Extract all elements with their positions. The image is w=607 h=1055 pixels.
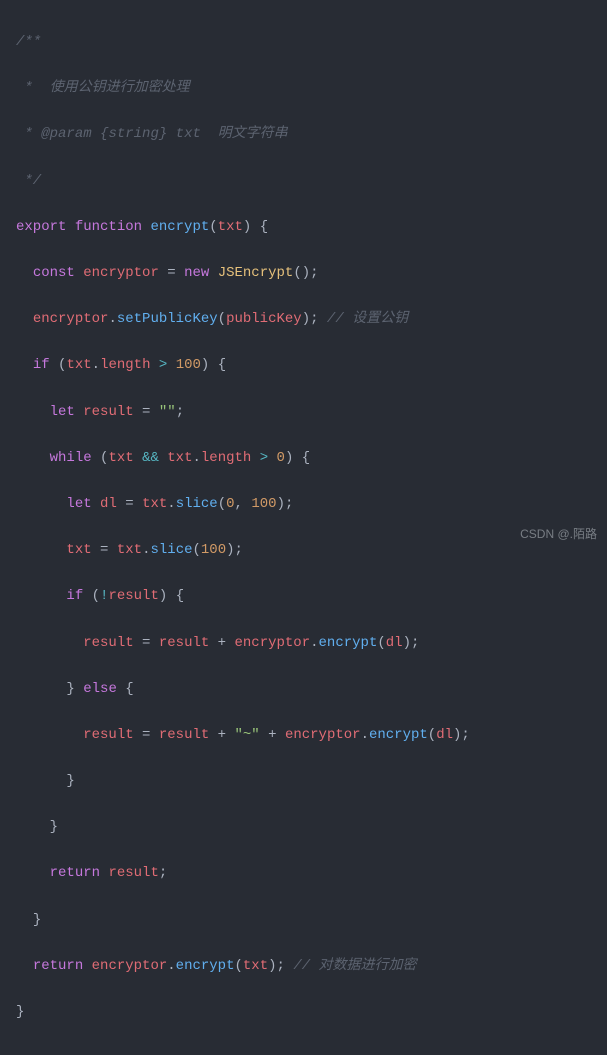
number: 100 <box>176 357 201 373</box>
keyword-const: const <box>33 265 75 281</box>
code-line: const encryptor = new JSEncrypt(); <box>0 262 607 285</box>
keyword-new: new <box>184 265 209 281</box>
property: length <box>201 450 251 466</box>
variable: result <box>83 404 133 420</box>
operator-not: ! <box>100 588 108 604</box>
object: encryptor <box>285 727 361 743</box>
code-line: * @param {string} txt 明文字符串 <box>0 123 607 146</box>
code-line: } <box>0 909 607 932</box>
code-line: export function encrypt(txt) { <box>0 216 607 239</box>
variable: txt <box>66 542 91 558</box>
comment-text: * 使用公钥进行加密处理 <box>16 80 190 96</box>
method: encrypt <box>176 958 235 974</box>
variable: dl <box>100 496 117 512</box>
watermark: CSDN @.陌路 <box>520 525 597 545</box>
object: encryptor <box>92 958 168 974</box>
object: txt <box>142 496 167 512</box>
code-line: while (txt && txt.length > 0) { <box>0 447 607 470</box>
argument: publicKey <box>226 311 302 327</box>
keyword-return: return <box>33 958 83 974</box>
operator: > <box>159 357 167 373</box>
code-line: } <box>0 770 607 793</box>
number: 0 <box>226 496 234 512</box>
string: "~" <box>235 727 260 743</box>
code-line: if (txt.length > 100) { <box>0 354 607 377</box>
string: "" <box>159 404 176 420</box>
class-name: JSEncrypt <box>218 265 294 281</box>
code-line: } <box>0 816 607 839</box>
variable: encryptor <box>83 265 159 281</box>
code-line: let result = ""; <box>0 401 607 424</box>
code-line: encryptor.setPublicKey(publicKey); // 设置… <box>0 308 607 331</box>
keyword-else: else <box>83 681 117 697</box>
code-line: result = result + encryptor.encrypt(dl); <box>0 632 607 655</box>
object: txt <box>117 542 142 558</box>
keyword-function: function <box>75 219 142 235</box>
operator-and: && <box>142 450 159 466</box>
keyword-let: let <box>50 404 75 420</box>
method: encrypt <box>319 635 378 651</box>
method: slice <box>176 496 218 512</box>
variable: result <box>159 727 209 743</box>
property: length <box>100 357 150 373</box>
keyword-export: export <box>16 219 66 235</box>
argument: dl <box>386 635 403 651</box>
object: txt <box>167 450 192 466</box>
variable: result <box>83 727 133 743</box>
variable: result <box>108 865 158 881</box>
variable: result <box>108 588 158 604</box>
variable: result <box>83 635 133 651</box>
object: txt <box>108 450 133 466</box>
code-line: return result; <box>0 862 607 885</box>
object: txt <box>66 357 91 373</box>
argument: dl <box>436 727 453 743</box>
param: txt <box>218 219 243 235</box>
comment-text: * @param {string} txt 明文字符串 <box>16 126 288 142</box>
method: setPublicKey <box>117 311 218 327</box>
operator: > <box>260 450 268 466</box>
code-line: result = result + "~" + encryptor.encryp… <box>0 724 607 747</box>
code-line: return encryptor.encrypt(txt); // 对数据进行加… <box>0 955 607 978</box>
method: slice <box>150 542 192 558</box>
comment-text: // 设置公钥 <box>327 311 408 327</box>
code-line: * 使用公钥进行加密处理 <box>0 77 607 100</box>
variable: result <box>159 635 209 651</box>
number: 0 <box>277 450 285 466</box>
comment-text: /** <box>16 34 41 50</box>
number: 100 <box>251 496 276 512</box>
keyword-if: if <box>66 588 83 604</box>
keyword-if: if <box>33 357 50 373</box>
code-line: if (!result) { <box>0 585 607 608</box>
method: encrypt <box>369 727 428 743</box>
code-line: } else { <box>0 678 607 701</box>
function-name: encrypt <box>150 219 209 235</box>
comment-text: */ <box>16 173 41 189</box>
number: 100 <box>201 542 226 558</box>
code-line: let dl = txt.slice(0, 100); <box>0 493 607 516</box>
comment-text: // 对数据进行加密 <box>293 958 416 974</box>
code-line: } <box>0 1001 607 1024</box>
keyword-while: while <box>50 450 92 466</box>
keyword-return: return <box>50 865 100 881</box>
keyword-let: let <box>66 496 91 512</box>
object: encryptor <box>235 635 311 651</box>
code-line: */ <box>0 170 607 193</box>
code-line: /** <box>0 31 607 54</box>
code-editor[interactable]: /** * 使用公钥进行加密处理 * @param {string} txt 明… <box>0 0 607 1055</box>
object: encryptor <box>33 311 109 327</box>
argument: txt <box>243 958 268 974</box>
